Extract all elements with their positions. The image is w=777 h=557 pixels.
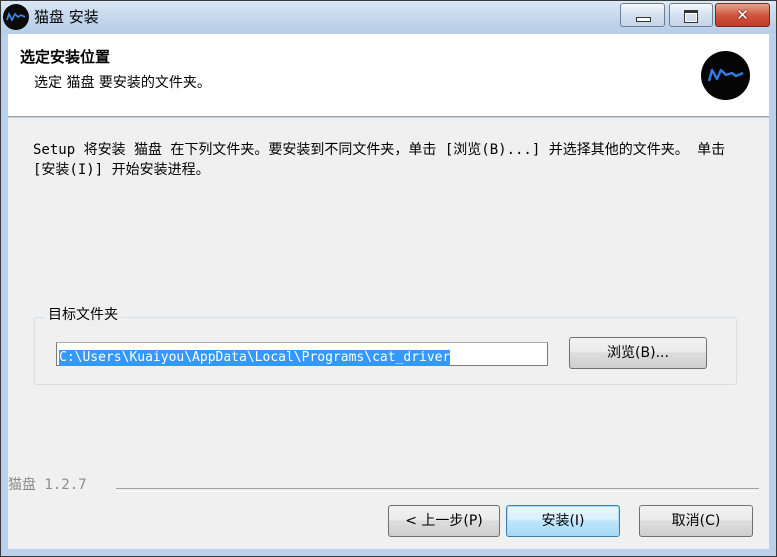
destination-folder-label: 目标文件夹	[45, 304, 121, 324]
version-label: 猫盘 1.2.7	[8, 474, 93, 494]
maximize-icon	[684, 10, 698, 23]
close-icon: ✕	[736, 6, 749, 24]
installer-window: 猫盘 安装 ✕ 选定安装位置 选定 猫盘 要安装的文件夹。 Setup 将安装 …	[0, 0, 777, 557]
catpan-logo-icon	[701, 51, 750, 100]
wizard-body: Setup 将安装 猫盘 在下列文件夹。要安装到不同文件夹，单击 [浏览(B).…	[8, 118, 769, 549]
back-button[interactable]: < 上一步(P)	[388, 505, 500, 537]
footer-divider	[116, 488, 759, 492]
wizard-header: 选定安装位置 选定 猫盘 要安装的文件夹。	[8, 34, 769, 116]
title-bar[interactable]: 猫盘 安装 ✕	[1, 1, 776, 34]
install-button[interactable]: 安装(I)	[506, 505, 620, 537]
page-subtitle: 选定 猫盘 要安装的文件夹。	[34, 75, 211, 91]
destination-path-input[interactable]: C:\Users\Kuaiyou\AppData\Local\Programs\…	[56, 342, 548, 366]
browse-button[interactable]: 浏览(B)...	[569, 337, 707, 369]
app-icon	[3, 4, 29, 30]
cancel-button[interactable]: 取消(C)	[639, 505, 753, 537]
close-button[interactable]: ✕	[715, 3, 770, 27]
page-title: 选定安装位置	[20, 48, 111, 66]
window-title: 猫盘 安装	[34, 8, 99, 26]
maximize-button[interactable]	[669, 3, 713, 27]
minimize-button[interactable]	[620, 3, 665, 27]
instructions-text: Setup 将安装 猫盘 在下列文件夹。要安装到不同文件夹，单击 [浏览(B).…	[33, 142, 726, 178]
destination-path-text: C:\Users\Kuaiyou\AppData\Local\Programs\…	[59, 350, 451, 366]
minimize-icon	[636, 17, 651, 22]
